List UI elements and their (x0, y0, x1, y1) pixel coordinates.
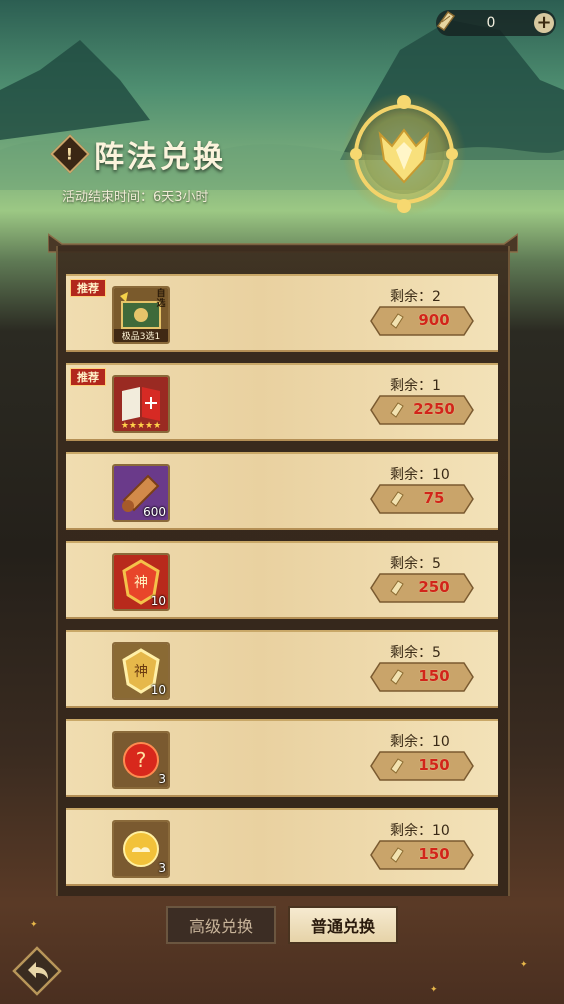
exchange-button[interactable]: 75 (370, 484, 474, 514)
scroll-token-icon (390, 313, 404, 329)
price-value: 2250 (413, 400, 455, 418)
remaining-count: 剩余：10 (390, 734, 450, 750)
item-sublabel: 极品3选1 (114, 329, 168, 342)
sparkle-decoration: ✦ (30, 920, 38, 930)
item-slot[interactable]: ? 3 (112, 731, 170, 789)
currency-value: 0 (486, 15, 496, 31)
exchange-button[interactable]: 2250 (370, 395, 474, 425)
item-quantity: 3 (158, 772, 166, 786)
exchange-row: 推荐 自选 极品3选1 剩余：2 900 (66, 274, 498, 352)
exchange-row: 600 剩余：10 75 (66, 452, 498, 530)
sparkle-decoration: ✦ (520, 960, 528, 970)
remaining-count: 剩余：5 (390, 645, 441, 661)
price-value: 250 (418, 578, 450, 596)
price-value: 75 (423, 489, 445, 507)
item-star-rating: ★★★★★ (120, 421, 162, 431)
info-icon[interactable]: ! (50, 134, 90, 174)
recommended-badge: 推荐 (70, 368, 106, 386)
tab-normal-exchange[interactable]: 普通兑换 (288, 906, 398, 944)
scroll-token-icon (390, 847, 404, 863)
sparkle-decoration: ✦ (430, 985, 438, 995)
remaining-count: 剩余：5 (390, 556, 441, 572)
exchange-button[interactable]: 150 (370, 662, 474, 692)
item-slot[interactable]: 3 (112, 820, 170, 878)
exchange-row: 神 10 剩余：5 250 (66, 541, 498, 619)
scroll-token-icon (390, 669, 404, 685)
item-slot[interactable]: 神 10 (112, 642, 170, 700)
svg-text:神: 神 (134, 664, 148, 680)
back-arrow-icon[interactable] (12, 946, 62, 996)
exchange-row: ? 3 剩余：10 150 (66, 719, 498, 797)
exchange-button[interactable]: 250 (370, 573, 474, 603)
exchange-list: 推荐 自选 极品3选1 剩余：2 900 推荐 ★★★★★ 剩余：1 2250 … (66, 274, 498, 897)
exchange-button[interactable]: 150 (370, 751, 474, 781)
exchange-row: 3 剩余：10 150 (66, 808, 498, 886)
svg-text:神: 神 (134, 575, 148, 591)
exchange-row: 推荐 ★★★★★ 剩余：1 2250 (66, 363, 498, 441)
item-slot[interactable]: 600 (112, 464, 170, 522)
remaining-count: 剩余：10 (390, 823, 450, 839)
scroll-token-icon (390, 491, 404, 507)
recommended-badge: 推荐 (70, 279, 106, 297)
item-slot[interactable]: 自选 极品3选1 (112, 286, 170, 344)
exchange-row: 神 10 剩余：5 150 (66, 630, 498, 708)
scroll-token-icon (390, 402, 404, 418)
item-quantity: 10 (150, 594, 166, 608)
item-quantity: 600 (143, 505, 166, 519)
item-corner-label: 自选 (156, 289, 166, 309)
price-value: 150 (418, 667, 450, 685)
add-currency-button[interactable]: + (534, 13, 554, 33)
price-value: 150 (418, 845, 450, 863)
event-end-time: 活动结束时间：6天3小时 (62, 190, 209, 205)
scroll-token-icon (390, 580, 404, 596)
scroll-token-icon (436, 10, 456, 32)
item-quantity: 10 (150, 683, 166, 697)
header: ! 阵法兑换 活动结束时间：6天3小时 (50, 132, 226, 205)
svg-text:?: ? (136, 748, 147, 772)
page-title: 阵法兑换 (94, 140, 226, 175)
currency-bar: 0 + (436, 10, 556, 36)
remaining-count: 剩余：10 (390, 467, 450, 483)
price-value: 900 (418, 311, 450, 329)
formation-emblem-icon (342, 92, 466, 216)
item-quantity: 3 (158, 861, 166, 875)
item-slot[interactable]: 神 10 (112, 553, 170, 611)
exchange-button[interactable]: 900 (370, 306, 474, 336)
remaining-count: 剩余：1 (390, 378, 441, 394)
exchange-button[interactable]: 150 (370, 840, 474, 870)
remaining-count: 剩余：2 (390, 289, 441, 305)
scroll-token-icon (390, 758, 404, 774)
price-value: 150 (418, 756, 450, 774)
mountain-background (0, 20, 564, 190)
item-slot[interactable]: ★★★★★ (112, 375, 170, 433)
tab-advanced-exchange[interactable]: 高级兑换 (166, 906, 276, 944)
